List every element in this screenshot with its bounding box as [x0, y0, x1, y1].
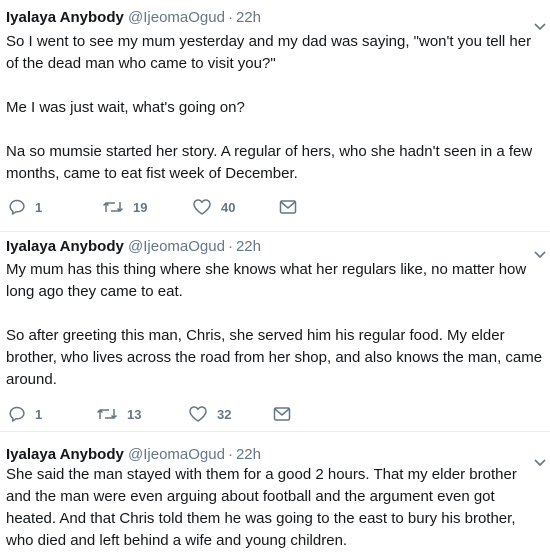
direct-message-button[interactable] [273, 404, 291, 424]
tweet-actions: 1 19 40 [6, 197, 306, 217]
separator-dot: · [227, 9, 233, 26]
tweet-text: She said the man stayed with them for a … [6, 464, 546, 552]
tweet-header: Iyalaya Anybody @IjeomaOgud · 22h [6, 8, 261, 28]
tweet-text: So I went to see my mum yesterday and my… [6, 31, 546, 185]
tweet-paragraph: She said the man stayed with them for a … [6, 466, 517, 549]
tweet-timestamp[interactable]: 22h [236, 9, 261, 26]
heart-icon [192, 198, 212, 216]
retweet-count: 19 [133, 199, 148, 215]
chevron-down-icon[interactable] [534, 18, 546, 31]
tweet-timestamp[interactable]: 22h [236, 446, 261, 463]
reply-count: 1 [35, 406, 43, 422]
tweet-paragraph: Na so mumsie started her story. A regula… [6, 143, 533, 182]
separator-dot: · [227, 446, 233, 463]
tweet-actions: 1 13 32 [6, 404, 306, 424]
tweet-paragraph: So I went to see my mum yesterday and my… [6, 33, 532, 72]
retweet-button[interactable]: 13 [96, 404, 141, 424]
author-handle[interactable]: @IjeomaOgud [128, 9, 225, 26]
tweet[interactable]: Iyalaya Anybody @IjeomaOgud · 22h My mum h… [0, 232, 550, 432]
envelope-icon [279, 199, 297, 215]
reply-icon [8, 405, 26, 423]
like-button[interactable]: 32 [188, 404, 231, 424]
author-handle[interactable]: @IjeomaOgud [128, 446, 225, 463]
envelope-icon [273, 406, 291, 422]
author-name[interactable]: Iyalaya Anybody [6, 446, 124, 463]
tweet-header: Iyalaya Anybody @IjeomaOgud · 22h [6, 445, 261, 465]
reply-count: 1 [35, 199, 43, 215]
direct-message-button[interactable] [279, 197, 297, 217]
reply-button[interactable]: 1 [8, 197, 42, 217]
tweet-header: Iyalaya Anybody @IjeomaOgud · 22h [6, 237, 261, 257]
like-count: 32 [217, 406, 232, 422]
author-name[interactable]: Iyalaya Anybody [6, 238, 124, 255]
reply-icon [8, 198, 26, 216]
heart-icon [188, 405, 208, 423]
retweet-count: 13 [127, 406, 142, 422]
retweet-button[interactable]: 19 [102, 197, 147, 217]
tweet[interactable]: Iyalaya Anybody @IjeomaOgud · 22h She said… [0, 432, 550, 556]
retweet-icon [102, 198, 124, 216]
author-handle[interactable]: @IjeomaOgud [128, 238, 225, 255]
tweet-paragraph: My mum has this thing where she knows wh… [6, 261, 527, 300]
like-count: 40 [221, 199, 236, 215]
chevron-down-icon[interactable] [534, 454, 546, 467]
retweet-icon [96, 405, 118, 423]
tweet-paragraph: So after greeting this man, Chris, she s… [6, 327, 543, 388]
reply-button[interactable]: 1 [8, 404, 42, 424]
like-button[interactable]: 40 [192, 197, 235, 217]
chevron-down-icon[interactable] [534, 246, 546, 259]
tweet[interactable]: Iyalaya Anybody @IjeomaOgud · 22h So I wen… [0, 0, 550, 232]
author-name[interactable]: Iyalaya Anybody [6, 9, 124, 26]
tweet-text: My mum has this thing where she knows wh… [6, 259, 546, 391]
tweet-timestamp[interactable]: 22h [236, 238, 261, 255]
separator-dot: · [227, 238, 233, 255]
tweet-paragraph: Me I was just wait, what's going on? [6, 99, 245, 116]
